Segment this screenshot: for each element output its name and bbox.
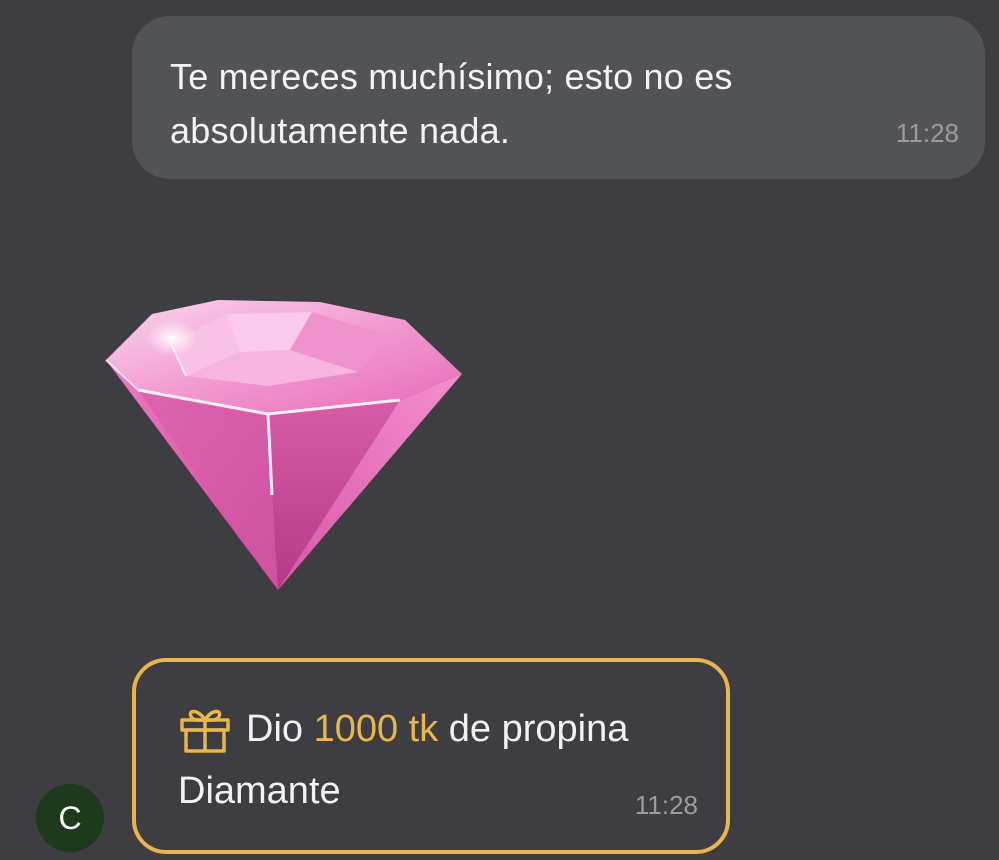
tip-timestamp: 11:28 (634, 790, 698, 820)
tip-line: Dio 1000 tk de propina (178, 704, 628, 754)
tip-prefix: Dio (246, 707, 314, 750)
text-message-bubble[interactable]: Te mereces muchísimo; esto no es absolut… (132, 16, 985, 179)
message-line: absolutamente nada. (170, 110, 511, 151)
avatar[interactable]: C (36, 784, 104, 852)
chat-view: Te mereces muchísimo; esto no es absolut… (0, 0, 999, 860)
tip-suffix: de propina (438, 707, 629, 750)
tip-amount: 1000 tk (313, 707, 439, 750)
gift-icon (180, 709, 230, 753)
tip-message-bubble[interactable]: Dio 1000 tk de propina Diamante 11:28 (132, 658, 730, 854)
gift-name: Diamante (178, 770, 341, 812)
message-text: Te mereces muchísimo; esto no es absolut… (170, 50, 870, 158)
message-timestamp: 11:28 (895, 118, 959, 148)
diamond-sticker[interactable] (100, 290, 468, 595)
message-line: Te mereces muchísimo; esto no es (170, 56, 733, 97)
